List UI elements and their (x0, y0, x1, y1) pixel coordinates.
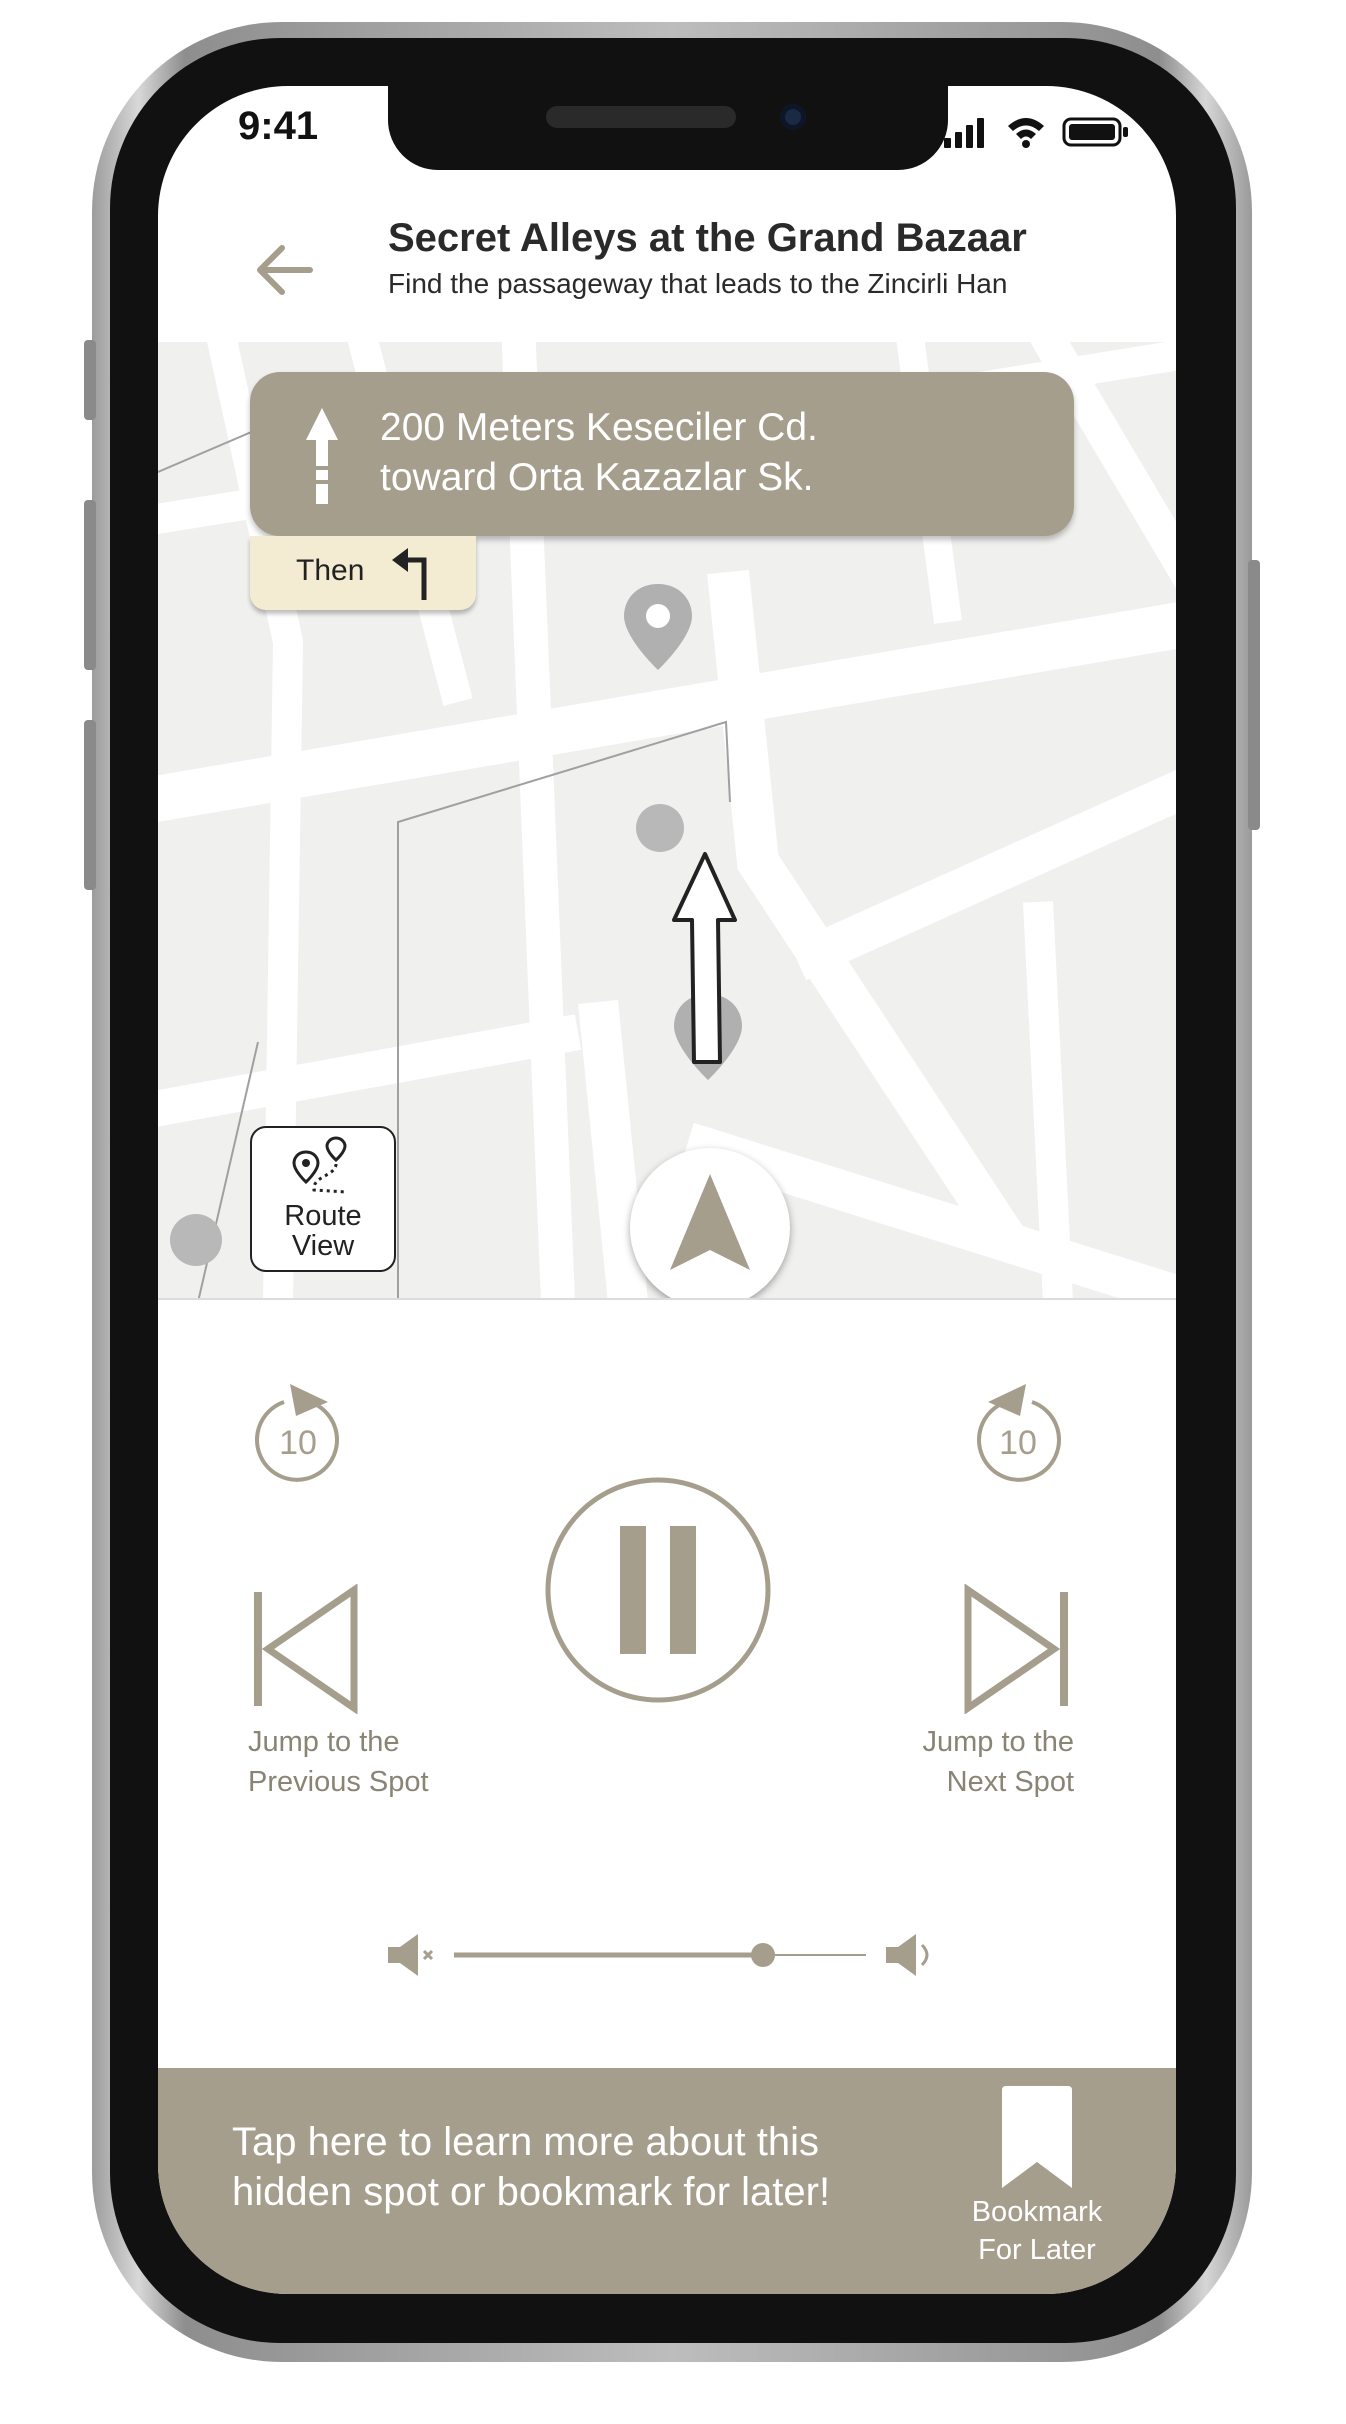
route-view-button[interactable]: Route View (250, 1126, 396, 1272)
front-camera (780, 104, 806, 130)
audio-player: 10 10 Jump to the Previous Spot Jump to … (158, 1298, 1176, 2070)
previous-spot-button[interactable] (248, 1584, 366, 1714)
straight-arrow-icon (306, 408, 338, 504)
route-view-label: Route (284, 1200, 362, 1232)
next-caption-line: Jump to the (922, 1726, 1074, 1758)
pause-button[interactable] (542, 1474, 774, 1706)
rewind-10-button[interactable]: 10 (246, 1372, 356, 1492)
recenter-button[interactable] (630, 1148, 790, 1298)
next-icon (1060, 1592, 1068, 1706)
previous-spot-caption: Jump to the Previous Spot (248, 1722, 429, 1802)
forward-icon: 10 (977, 1384, 1061, 1482)
status-icons (944, 117, 1128, 148)
previous-caption-line: Previous Spot (248, 1766, 429, 1798)
wifi-icon (1008, 118, 1044, 148)
route-icon (292, 1136, 347, 1194)
mute-icon (388, 1934, 434, 1976)
waypoint-dot (636, 804, 684, 852)
next-caption-line: Next Spot (946, 1766, 1074, 1798)
then-label: Then (296, 554, 365, 587)
banner-text: hidden spot or bookmark for later! (232, 2170, 831, 2214)
volume-slider-thumb (751, 1943, 775, 1967)
bookmark-icon (1002, 2086, 1072, 2188)
banner-text: Tap here to learn more about this (232, 2120, 820, 2164)
status-time: 9:41 (238, 104, 319, 148)
volume-control (388, 1934, 929, 1976)
page-subtitle: Find the passageway that leads to the Zi… (388, 268, 1008, 299)
power-button (1248, 560, 1260, 830)
back-arrow-icon[interactable] (250, 234, 322, 306)
map-view[interactable]: 200 Meters Keseciler Cd. toward Orta Kaz… (158, 342, 1176, 1298)
route-view-label: View (291, 1230, 355, 1262)
volume-up-button (84, 500, 96, 670)
phone-screen: 9:41 Secret Alleys at the Grand Bazaar F… (158, 86, 1176, 2294)
rewind-seconds: 10 (279, 1424, 317, 1462)
navigation-distance: 200 Meters Keseciler Cd. (380, 406, 818, 449)
page-title: Secret Alleys at the Grand Bazaar (388, 216, 1027, 260)
learn-more-banner[interactable]: Tap here to learn more about this hidden… (158, 2068, 1176, 2294)
silent-switch (84, 340, 96, 420)
then-turn-tab: Then (250, 536, 476, 610)
next-spot-caption: Jump to the Next Spot (858, 1722, 1074, 1802)
previous-icon (254, 1592, 262, 1706)
pause-icon (620, 1526, 646, 1654)
battery-icon (1062, 117, 1128, 147)
speaker-grille (546, 106, 736, 128)
volume-down-button (84, 720, 96, 890)
waypoint-dot (170, 1214, 222, 1266)
previous-caption-line: Jump to the (248, 1726, 400, 1758)
notch (388, 86, 948, 170)
location-pin-icon (624, 584, 692, 670)
forward-10-button[interactable]: 10 (960, 1372, 1070, 1492)
bookmark-label: For Later (978, 2234, 1096, 2266)
navigation-arrow-icon (670, 1174, 750, 1270)
next-spot-button[interactable] (956, 1584, 1074, 1714)
navigation-toward: toward Orta Kazazlar Sk. (380, 456, 814, 499)
rewind-icon: 10 (255, 1384, 339, 1482)
forward-seconds: 10 (999, 1424, 1037, 1462)
signal-icon (944, 118, 984, 148)
volume-max-icon (886, 1934, 929, 1976)
turn-left-icon (392, 548, 427, 600)
bookmark-button[interactable]: Bookmark For Later (962, 2086, 1112, 2286)
navigation-card[interactable]: 200 Meters Keseciler Cd. toward Orta Kaz… (250, 372, 1074, 536)
bookmark-label: Bookmark (971, 2196, 1103, 2228)
